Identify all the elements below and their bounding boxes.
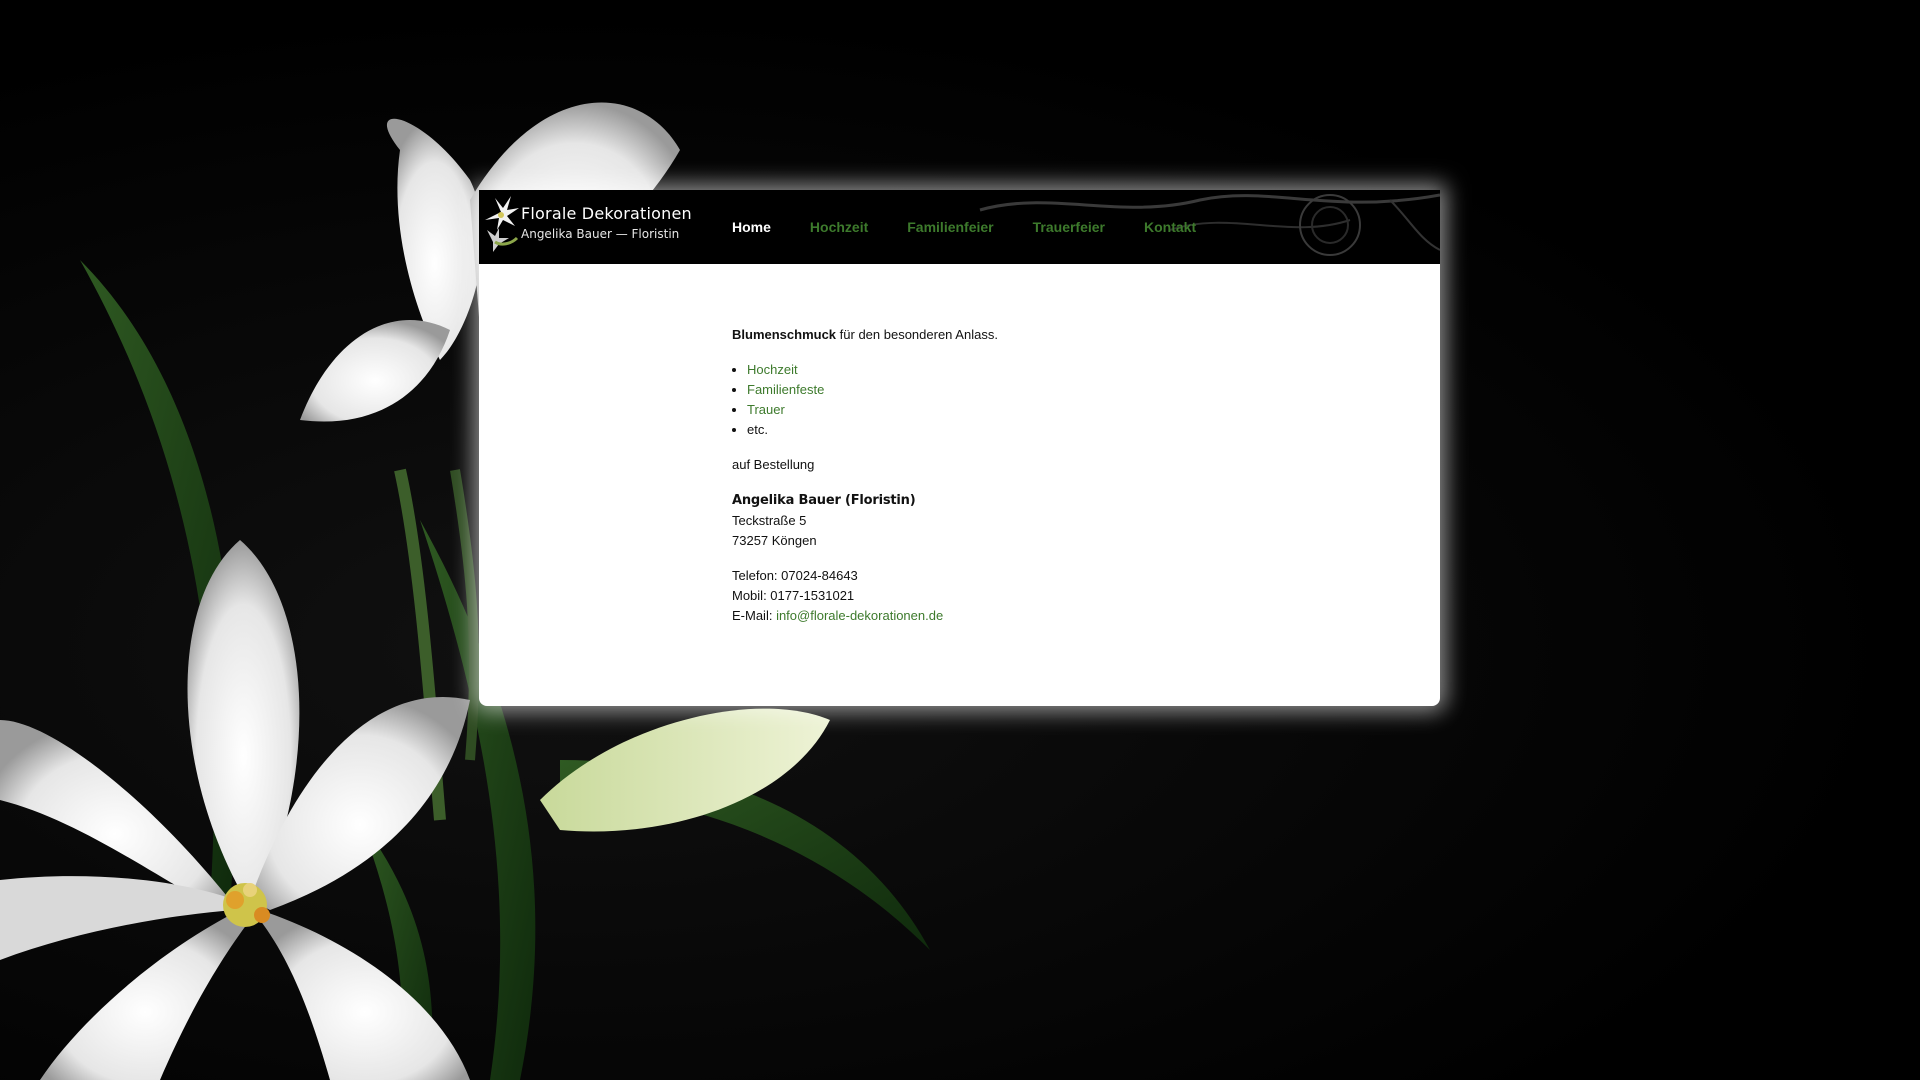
intro-paragraph: Blumenschmuck für den besonderen Anlass. bbox=[732, 325, 1332, 345]
occasion-list: Hochzeit Familienfeste Trauer etc. bbox=[732, 360, 1332, 440]
email-link[interactable]: info@florale-dekorationen.de bbox=[776, 608, 943, 623]
intro-text: für den besonderen Anlass. bbox=[836, 327, 998, 342]
list-item: Trauer bbox=[747, 400, 1332, 420]
link-hochzeit[interactable]: Hochzeit bbox=[747, 362, 798, 377]
phone-number: 07024-84643 bbox=[781, 568, 858, 583]
intro-bold-text: Blumenschmuck bbox=[732, 327, 837, 342]
list-item: Hochzeit bbox=[747, 360, 1332, 380]
site-logo[interactable]: Florale Dekorationen Angelika Bauer — Fl… bbox=[479, 190, 704, 264]
nav-trauerfeier[interactable]: Trauerfeier bbox=[1033, 219, 1105, 235]
contact-block: Telefon: 07024-84643 Mobil: 0177-1531021… bbox=[732, 566, 1332, 626]
main-navigation: Home Hochzeit Familienfeier Trauerfeier … bbox=[732, 219, 1235, 235]
address-block: Angelika Bauer (Floristin) Teckstraße 5 … bbox=[732, 490, 1332, 551]
nav-kontakt[interactable]: Kontakt bbox=[1144, 219, 1196, 235]
nav-home[interactable]: Home bbox=[732, 219, 771, 235]
contact-name: Angelika Bauer (Floristin) bbox=[732, 493, 916, 508]
lily-logo-icon bbox=[485, 196, 519, 252]
list-item: Familienfeste bbox=[747, 380, 1332, 400]
phone-label: Telefon: bbox=[732, 568, 782, 583]
content-panel: Florale Dekorationen Angelika Bauer — Fl… bbox=[479, 190, 1440, 706]
nav-hochzeit[interactable]: Hochzeit bbox=[810, 219, 868, 235]
logo-subtitle: Angelika Bauer — Floristin bbox=[521, 227, 680, 241]
link-familienfeste[interactable]: Familienfeste bbox=[747, 382, 824, 397]
mobile-number: 0177-1531021 bbox=[770, 588, 855, 603]
list-item: etc. bbox=[747, 420, 1332, 440]
email-label: E-Mail: bbox=[732, 608, 777, 623]
link-trauer[interactable]: Trauer bbox=[747, 402, 785, 417]
nav-familienfeier[interactable]: Familienfeier bbox=[907, 219, 993, 235]
site-header: Florale Dekorationen Angelika Bauer — Fl… bbox=[479, 190, 1440, 264]
mobile-label: Mobil: bbox=[732, 588, 771, 603]
city: 73257 Köngen bbox=[732, 533, 817, 548]
logo-title: Florale Dekorationen bbox=[521, 204, 692, 223]
street: Teckstraße 5 bbox=[732, 513, 807, 528]
order-note: auf Bestellung bbox=[732, 457, 815, 472]
main-content: Blumenschmuck für den besonderen Anlass.… bbox=[732, 325, 1332, 641]
list-item-etc: etc. bbox=[747, 422, 768, 437]
